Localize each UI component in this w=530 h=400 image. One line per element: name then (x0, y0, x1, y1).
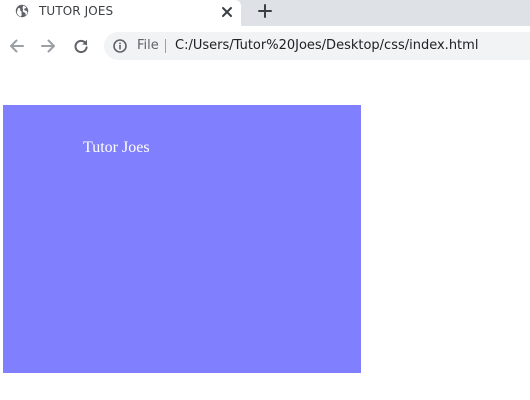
url-text[interactable]: C:/Users/Tutor%20Joes/Desktop/css/index.… (175, 38, 478, 53)
content-box: Tutor Joes (3, 105, 361, 373)
box-text: Tutor Joes (83, 139, 150, 156)
omnibox-separator (165, 39, 166, 53)
tab-active[interactable]: TUTOR JOES (0, 0, 241, 26)
plus-icon[interactable] (256, 2, 274, 20)
tab-title: TUTOR JOES (39, 4, 114, 18)
globe-icon (15, 4, 29, 18)
address-bar[interactable]: File C:/Users/Tutor%20Joes/Desktop/css/i… (104, 32, 530, 60)
close-icon[interactable] (219, 4, 235, 20)
forward-arrow-icon[interactable] (38, 36, 58, 56)
back-arrow-icon[interactable] (7, 36, 27, 56)
tab-strip: TUTOR JOES (0, 0, 530, 26)
browser-toolbar: File C:/Users/Tutor%20Joes/Desktop/css/i… (0, 26, 530, 66)
info-icon[interactable] (113, 39, 127, 53)
scheme-label: File (137, 38, 159, 53)
reload-icon[interactable] (71, 36, 91, 56)
